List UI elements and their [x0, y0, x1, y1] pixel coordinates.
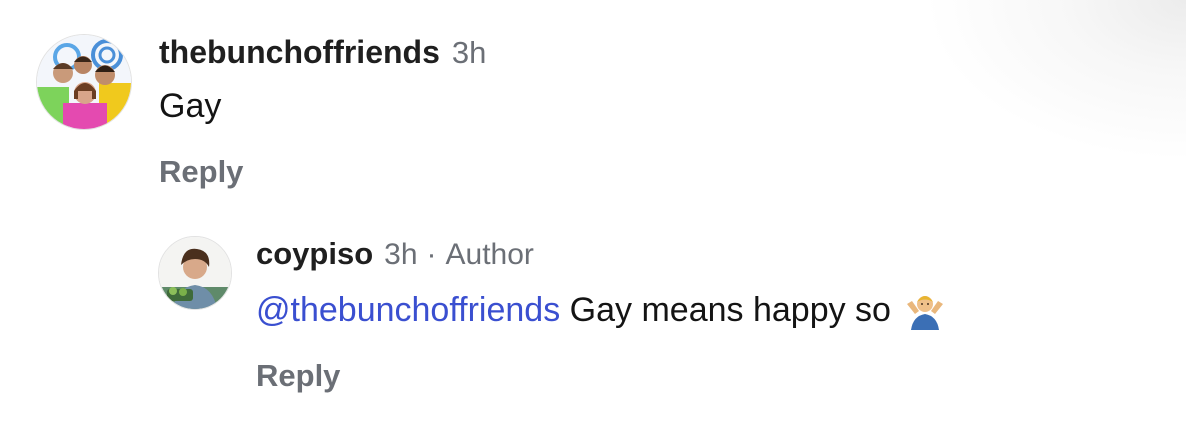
reply-username[interactable]: coypiso — [256, 236, 373, 272]
reply-button[interactable]: Reply — [256, 358, 945, 394]
user-avatar[interactable] — [36, 34, 132, 130]
mention-link[interactable]: @thebunchoffriends — [256, 291, 560, 330]
user-avatar[interactable] — [158, 236, 232, 310]
comment-username[interactable]: thebunchoffriends — [159, 34, 440, 71]
meta-separator: · — [426, 238, 437, 271]
comment-thread: thebunchoffriends 3h Gay Reply coypiso 3… — [0, 0, 1186, 432]
comment-timestamp: 3h — [451, 35, 487, 70]
reply-comment-item: coypiso 3h · Author @thebunchoffriends G… — [158, 236, 945, 394]
comment-item: thebunchoffriends 3h Gay Reply — [36, 34, 486, 190]
comment-text: Gay — [159, 87, 222, 125]
person-shrugging-emoji-icon — [905, 290, 945, 330]
reply-text-content: Gay means happy so — [569, 290, 891, 329]
reply-timestamp: 3h — [384, 238, 418, 271]
group-photo-avatar-icon — [37, 35, 131, 129]
reply-text: @thebunchoffriends Gay means happy so — [256, 290, 945, 330]
author-badge: Author — [445, 238, 534, 271]
reply-button[interactable]: Reply — [159, 154, 486, 190]
reply-text-body — [560, 291, 569, 330]
person-photo-avatar-icon — [159, 237, 231, 309]
